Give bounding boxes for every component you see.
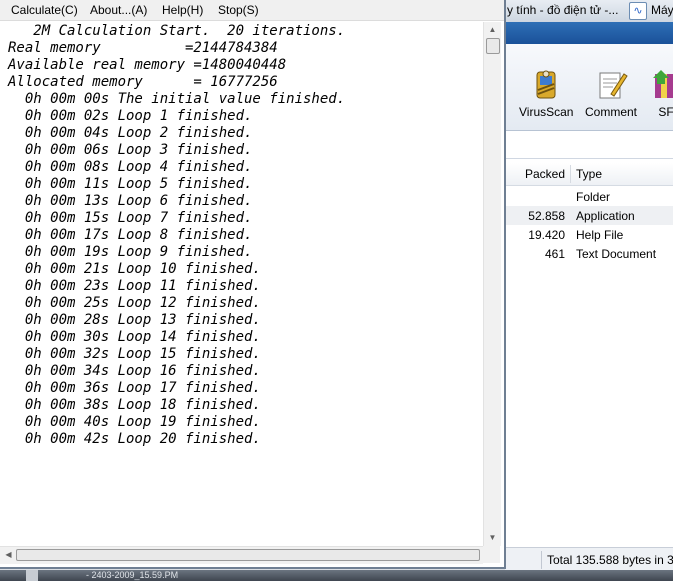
console-line: 0h 00m 42s Loop 20 finished.	[8, 431, 261, 447]
console-line: 0h 00m 04s Loop 2 finished.	[8, 125, 253, 141]
file-packed-size: 461	[544, 247, 565, 261]
file-packed-size: 19.420	[528, 228, 565, 242]
background-address-bar[interactable]	[505, 132, 673, 159]
horizontal-scrollbar[interactable]: ◀	[0, 546, 483, 564]
taskbar-button[interactable]	[26, 570, 38, 581]
console-line: Available real memory =1480040448	[8, 57, 287, 73]
virusscan-button[interactable]: VirusScan	[519, 66, 573, 119]
console-line: 0h 00m 06s Loop 3 finished.	[8, 142, 253, 158]
file-type: Folder	[576, 190, 611, 204]
sfx-icon	[651, 66, 673, 102]
file-row[interactable]: Folder	[505, 187, 673, 206]
console-line: 0h 00m 28s Loop 13 finished.	[8, 312, 261, 328]
background-app-label: Máy	[651, 3, 673, 17]
status-total-text: Total 135.588 bytes in 3 f	[547, 553, 673, 567]
menu-calculate[interactable]: Calculate(C)	[11, 3, 78, 17]
console-line: 0h 00m 36s Loop 17 finished.	[8, 380, 261, 396]
console-line: 0h 00m 11s Loop 5 finished.	[8, 176, 253, 192]
background-title-bar[interactable]: y tính - đồ điện tử -... ∿ Máy	[505, 0, 673, 22]
menu-about[interactable]: About...(A)	[90, 3, 147, 17]
console-output[interactable]: 2M Calculation Start. 20 iterations. Real…	[8, 23, 482, 448]
wave-icon: ∿	[629, 2, 647, 20]
console-line: 0h 00m 15s Loop 7 finished.	[8, 210, 253, 226]
taskbar-item-text[interactable]: - 2403-2009_15.59.PM	[86, 570, 178, 581]
file-type: Text Document	[576, 247, 657, 261]
console-line: 0h 00m 08s Loop 4 finished.	[8, 159, 253, 175]
file-type: Application	[576, 209, 635, 223]
scroll-up-arrow-icon[interactable]: ▲	[484, 22, 501, 38]
horizontal-scroll-thumb[interactable]	[16, 549, 480, 561]
background-window: y tính - đồ điện tử -... ∿ Máy VirusScan	[505, 0, 673, 581]
sfx-button[interactable]: SF	[651, 66, 673, 119]
status-separator	[541, 551, 542, 569]
background-toolbar: VirusScan Comment SF	[505, 44, 673, 131]
background-window-title: y tính - đồ điện tử -...	[507, 3, 619, 17]
scroll-left-arrow-icon[interactable]: ◀	[0, 547, 17, 563]
console-line: Real memory =2144784384	[8, 40, 278, 56]
console-line: 0h 00m 25s Loop 12 finished.	[8, 295, 261, 311]
vertical-scroll-thumb[interactable]	[486, 38, 500, 54]
column-separator[interactable]	[570, 165, 571, 183]
virusscan-icon	[528, 66, 564, 102]
file-row[interactable]: 52.858 Application	[505, 206, 673, 225]
file-type: Help File	[576, 228, 624, 242]
console-line: 0h 00m 21s Loop 10 finished.	[8, 261, 261, 277]
comment-icon	[593, 66, 629, 102]
console-line: Allocated memory = 16777256	[8, 74, 278, 90]
comment-button[interactable]: Comment	[585, 66, 637, 119]
console-line: 2M Calculation Start. 20 iterations.	[8, 23, 346, 39]
taskbar: - 2403-2009_15.59.PM	[0, 570, 673, 581]
console-line: 0h 00m 00s The initial value finished.	[8, 91, 346, 107]
sfx-label: SF	[658, 105, 673, 119]
console-line: 0h 00m 19s Loop 9 finished.	[8, 244, 253, 260]
column-header-type[interactable]: Type	[576, 167, 602, 181]
menu-bar: Calculate(C) About...(A) Help(H) Stop(S)	[0, 0, 504, 21]
menu-stop[interactable]: Stop(S)	[218, 3, 259, 17]
scroll-down-arrow-icon[interactable]: ▼	[484, 530, 501, 546]
background-status-bar: Total 135.588 bytes in 3 f	[505, 547, 673, 572]
console-line: 0h 00m 23s Loop 11 finished.	[8, 278, 261, 294]
file-row[interactable]: 461 Text Document	[505, 244, 673, 263]
file-row[interactable]: 19.420 Help File	[505, 225, 673, 244]
menu-help[interactable]: Help(H)	[162, 3, 203, 17]
console-line: 0h 00m 02s Loop 1 finished.	[8, 108, 253, 124]
console-line: 0h 00m 40s Loop 19 finished.	[8, 414, 261, 430]
console-line: 0h 00m 30s Loop 14 finished.	[8, 329, 261, 345]
calculation-window: Calculate(C) About...(A) Help(H) Stop(S)…	[0, 0, 506, 569]
console-line: 0h 00m 34s Loop 16 finished.	[8, 363, 261, 379]
vertical-scrollbar[interactable]: ▲ ▼	[483, 22, 501, 546]
console-line: 0h 00m 17s Loop 8 finished.	[8, 227, 253, 243]
file-packed-size: 52.858	[528, 209, 565, 223]
console-line: 0h 00m 13s Loop 6 finished.	[8, 193, 253, 209]
file-list-header: Packed Type	[505, 163, 673, 186]
virusscan-label: VirusScan	[519, 105, 574, 119]
background-menu-bar	[505, 22, 673, 44]
comment-label: Comment	[585, 105, 638, 119]
column-header-packed[interactable]: Packed	[525, 167, 565, 181]
console-line: 0h 00m 38s Loop 18 finished.	[8, 397, 261, 413]
console-line: 0h 00m 32s Loop 15 finished.	[8, 346, 261, 362]
size-grip[interactable]	[483, 546, 500, 563]
